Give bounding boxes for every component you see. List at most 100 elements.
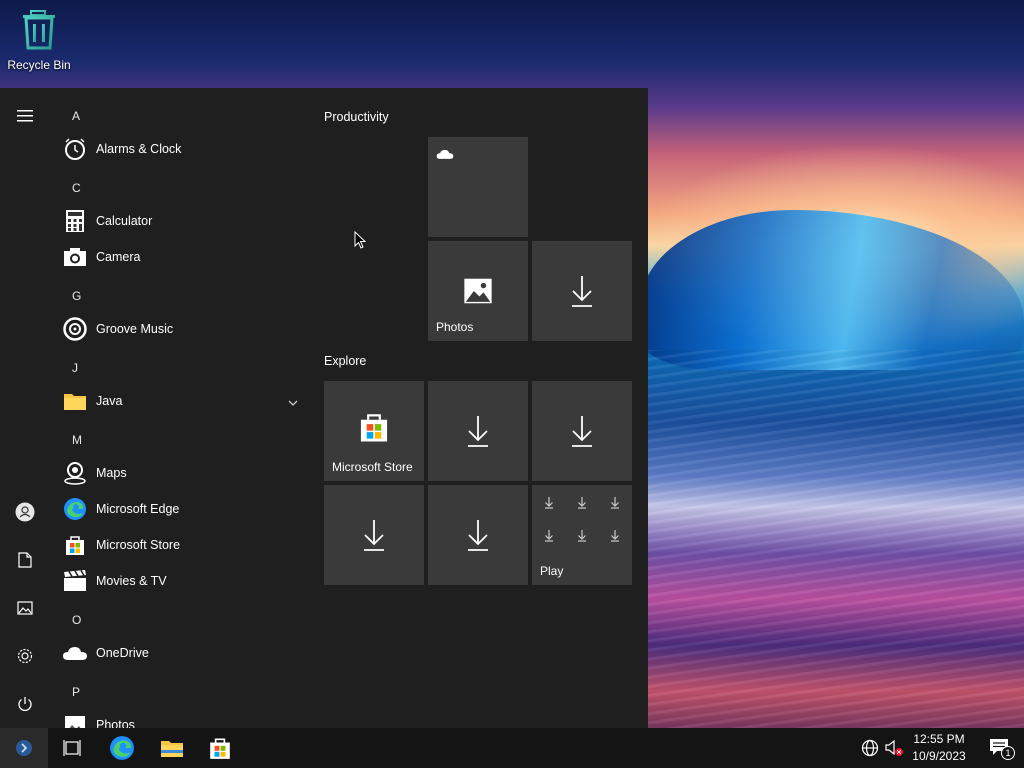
app-name: Maps (96, 466, 127, 480)
letter-header-o[interactable]: O (72, 613, 81, 627)
tile-play-folder[interactable]: Play (532, 485, 632, 585)
start-menu: A Alarms & Clock C Calculator Camera G G… (0, 88, 648, 728)
mouse-cursor-icon (354, 230, 367, 254)
app-name: Calculator (96, 214, 153, 228)
download-icon (324, 485, 424, 585)
groove-music-icon (62, 316, 88, 342)
app-name: Photos (96, 718, 135, 728)
task-view-button[interactable] (48, 728, 96, 768)
app-java-folder[interactable]: Java (62, 384, 310, 418)
group-title-explore[interactable]: Explore (324, 354, 366, 368)
tile-download-3[interactable] (532, 381, 632, 481)
app-groove-music[interactable]: Groove Music (62, 312, 310, 346)
store-icon (210, 738, 230, 759)
edge-icon (62, 496, 88, 522)
alarm-clock-icon (62, 136, 88, 162)
tile-microsoft-store[interactable]: Microsoft Store (324, 381, 424, 481)
chevron-down-icon[interactable] (288, 394, 298, 412)
download-icon (428, 381, 528, 481)
letter-header-g[interactable]: G (72, 289, 81, 303)
app-calculator[interactable]: Calculator (62, 204, 310, 238)
app-name: Alarms & Clock (96, 142, 182, 156)
settings-button[interactable] (0, 636, 50, 676)
tile-label: Microsoft Store (332, 460, 413, 474)
power-button[interactable] (0, 684, 50, 724)
tile-download-5[interactable] (428, 485, 528, 585)
network-icon (861, 739, 879, 757)
power-icon (18, 697, 32, 711)
volume-button[interactable] (880, 728, 908, 768)
tile-download-4[interactable] (324, 485, 424, 585)
letter-header-a[interactable]: A (72, 109, 80, 123)
documents-button[interactable] (0, 540, 50, 580)
download-icon (428, 485, 528, 585)
letter-header-p[interactable]: P (72, 685, 80, 699)
app-microsoft-edge[interactable]: Microsoft Edge (62, 492, 310, 526)
taskbar: 12:55 PM 10/9/2023 1 (0, 728, 1024, 768)
app-camera[interactable]: Camera (62, 240, 310, 274)
tile-label: Photos (436, 320, 474, 334)
edge-icon (110, 736, 134, 760)
movies-icon (62, 568, 88, 594)
notification-count-badge: 1 (1001, 746, 1015, 760)
app-movies-tv[interactable]: Movies & TV (62, 564, 310, 598)
onedrive-icon (62, 640, 88, 666)
app-onedrive[interactable]: OneDrive (62, 636, 310, 670)
account-button[interactable] (0, 492, 50, 532)
start-button[interactable] (0, 728, 48, 768)
maps-icon (62, 460, 88, 486)
calculator-icon (62, 208, 88, 234)
app-name: Java (96, 394, 123, 408)
download-icon (532, 381, 632, 481)
store-icon (62, 532, 88, 558)
action-center-icon: 1 (989, 738, 1015, 760)
task-view-icon (63, 740, 81, 756)
app-list: A Alarms & Clock C Calculator Camera G G… (50, 88, 312, 728)
wallpaper-streaks (640, 350, 1024, 728)
photos-icon (62, 712, 88, 728)
documents-icon (18, 552, 32, 568)
taskbar-file-explorer-button[interactable] (148, 728, 196, 768)
download-icon (532, 241, 632, 341)
desktop-icon-label: Recycle Bin (7, 58, 71, 72)
letter-header-j[interactable]: J (72, 361, 78, 375)
tile-download-1[interactable] (532, 241, 632, 341)
app-microsoft-store[interactable]: Microsoft Store (62, 528, 310, 562)
tile-download-2[interactable] (428, 381, 528, 481)
tile-label: Play (540, 564, 564, 578)
settings-icon (17, 648, 33, 664)
recycle-bin-icon (19, 8, 59, 54)
taskbar-edge-button[interactable] (98, 728, 146, 768)
app-name: Camera (96, 250, 141, 264)
app-alarms-clock[interactable]: Alarms & Clock (62, 132, 310, 166)
action-center-button[interactable]: 1 (976, 728, 1024, 768)
volume-muted-icon (885, 739, 903, 756)
account-icon (15, 502, 35, 522)
taskbar-store-button[interactable] (196, 728, 244, 768)
camera-icon (62, 244, 88, 270)
app-name: Microsoft Store (96, 538, 181, 552)
tile-onedrive[interactable] (428, 137, 528, 237)
letter-header-c[interactable]: C (72, 181, 81, 195)
desktop-icon-recycle-bin[interactable]: Recycle Bin (6, 8, 72, 72)
taskbar-clock[interactable]: 12:55 PM 10/9/2023 (906, 731, 972, 765)
app-maps[interactable]: Maps (62, 456, 310, 490)
hamburger-icon (17, 110, 33, 122)
group-title-productivity[interactable]: Productivity (324, 110, 389, 124)
app-name: Movies & TV (96, 574, 167, 588)
app-name: Microsoft Edge (96, 502, 180, 516)
letter-header-m[interactable]: M (72, 433, 82, 447)
app-photos[interactable]: Photos (62, 708, 310, 728)
file-explorer-icon (161, 741, 183, 757)
app-name: OneDrive (96, 646, 149, 660)
pictures-button[interactable] (0, 588, 50, 628)
hamburger-button[interactable] (0, 96, 50, 136)
folder-icon (62, 388, 88, 414)
start-rail (0, 88, 50, 728)
tile-photos[interactable]: Photos (428, 241, 528, 341)
pictures-icon (17, 601, 33, 615)
clock-time: 12:55 PM (913, 732, 965, 746)
app-name: Groove Music (96, 322, 174, 336)
onedrive-icon (436, 147, 454, 165)
mini-download-icons (545, 497, 619, 542)
